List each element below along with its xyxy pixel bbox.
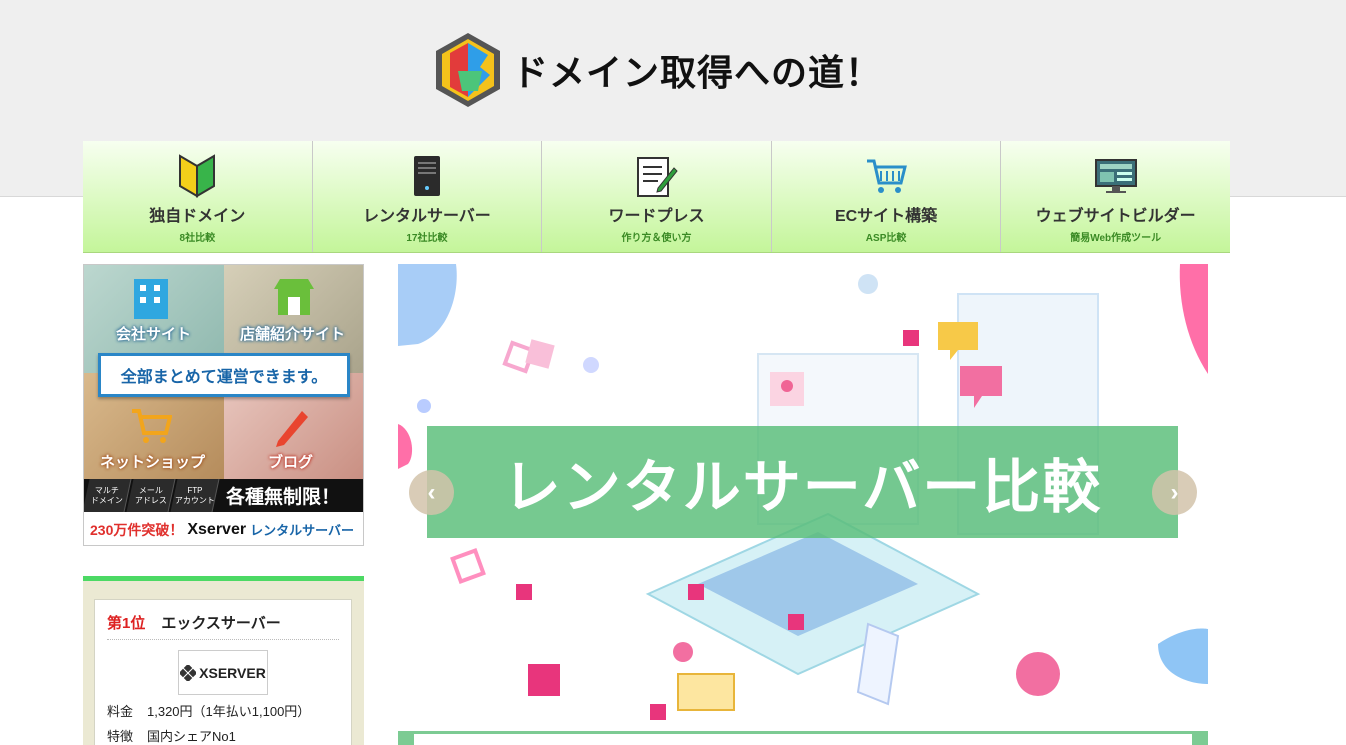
building-icon xyxy=(134,279,168,319)
rank-number: 第1位 xyxy=(107,615,146,632)
rank-row-value: 国内シェアNo1 xyxy=(147,729,236,744)
nav-sublabel: 17社比較 xyxy=(406,233,448,244)
site-title: ドメイン取得への道！ xyxy=(512,53,883,94)
ranking-widget: 第1位 エックスサーバー XSERVER 料金 1,320円（1年払い1,100… xyxy=(83,576,364,745)
site-logo[interactable]: ドメイン取得への道！ xyxy=(432,30,882,110)
monitor-icon xyxy=(1094,153,1138,199)
nav-item-ec-site[interactable]: ECサイト構築 ASP比較 xyxy=(770,141,1001,252)
ad-unlimited-text: 各種無制限！ xyxy=(226,487,341,508)
ad-chip: FTP アカウント xyxy=(170,479,220,512)
chevron-left-icon: ‹ xyxy=(427,478,436,506)
storefront-icon xyxy=(274,279,314,315)
logo-hexagon-icon xyxy=(436,33,500,107)
cart-icon xyxy=(132,409,172,443)
rank-row-price: 料金 1,320円（1年払い1,100円） xyxy=(107,701,339,720)
xserver-logo-text: XSERVER xyxy=(199,664,266,681)
nav-sublabel: 8社比較 xyxy=(179,233,216,244)
shopping-cart-icon xyxy=(864,153,908,199)
ad-chip: マルチ ドメイン xyxy=(84,479,132,512)
ad-brand: Xserver xyxy=(187,520,247,538)
xserver-diamond-icon xyxy=(180,664,197,681)
nav-sublabel: 作り方＆使い方 xyxy=(621,233,692,244)
nav-sublabel: ASP比較 xyxy=(865,233,907,244)
nav-item-rental-server[interactable]: レンタルサーバー 17社比較 xyxy=(311,141,542,252)
ad-label-company: 会社サイト xyxy=(116,326,192,343)
nav-item-domain[interactable]: 独自ドメイン 8社比較 xyxy=(83,141,312,252)
pencil-icon xyxy=(276,411,308,447)
nav-sublabel: 簡易Web作成ツール xyxy=(1070,233,1162,244)
document-pen-icon xyxy=(634,153,679,199)
slider-prev-button[interactable]: ‹ xyxy=(409,470,454,515)
nav-label: ワードプレス xyxy=(608,208,705,225)
server-tower-icon xyxy=(405,153,449,199)
rank-row-feature: 特徴 国内シェアNo1 xyxy=(107,726,339,745)
nav-label: 独自ドメイン xyxy=(149,208,246,225)
rank-row-key: 特徴 xyxy=(107,729,134,744)
content-frame-inner xyxy=(414,734,1192,745)
chevron-right-icon: › xyxy=(1170,478,1179,506)
beginner-mark-icon xyxy=(175,153,219,199)
ad-headline: 全部まとめて運営できます。 xyxy=(98,353,350,397)
ranking-card: 第1位 エックスサーバー XSERVER 料金 1,320円（1年払い1,100… xyxy=(94,599,352,745)
slide-caption-text: レンタルサーバー比較 xyxy=(502,453,1103,521)
nav-label: ウェブサイトビルダー xyxy=(1035,208,1196,225)
rank-row-value: 1,320円（1年払い1,100円） xyxy=(147,704,311,719)
ad-product: レンタルサーバー xyxy=(250,523,354,538)
content-frame xyxy=(398,731,1208,745)
nav-label: ECサイト構築 xyxy=(834,208,938,225)
ranking-head: 第1位 エックスサーバー xyxy=(107,612,339,640)
ad-count: 230万件突破！ xyxy=(90,521,184,538)
ad-label-shop: 店舗紹介サイト xyxy=(240,326,346,343)
xserver-ad-banner[interactable]: 会社サイト 店舗紹介サイト 全部まとめて運営できます。 ネットショップ ブログ … xyxy=(83,264,364,546)
hero-slider[interactable]: レンタルサーバー比較 ‹ › xyxy=(398,264,1208,720)
ad-label-blog: ブログ xyxy=(268,454,314,471)
slider-next-button[interactable]: › xyxy=(1152,470,1197,515)
ad-feature-bar: マルチ ドメイン メール アドレス FTP アカウント 各種無制限！ xyxy=(84,479,363,512)
nav-item-website-builder[interactable]: ウェブサイトビルダー 簡易Web作成ツール xyxy=(1000,141,1230,252)
global-nav: 独自ドメイン 8社比較 レンタルサーバー 17社比較 ワードプレス 作り方＆使い… xyxy=(83,141,1230,253)
ad-label-netshop: ネットショップ xyxy=(100,454,206,471)
rank-row-key: 料金 xyxy=(107,704,134,719)
ad-footer: 230万件突破！ Xserver レンタルサーバー xyxy=(84,512,363,545)
ad-chip: メール アドレス xyxy=(126,479,176,512)
nav-item-wordpress[interactable]: ワードプレス 作り方＆使い方 xyxy=(541,141,771,252)
xserver-logo[interactable]: XSERVER xyxy=(178,650,268,695)
rank-name[interactable]: エックスサーバー xyxy=(161,612,280,633)
slide-caption: レンタルサーバー比較 xyxy=(427,426,1178,538)
nav-label: レンタルサーバー xyxy=(362,208,491,225)
